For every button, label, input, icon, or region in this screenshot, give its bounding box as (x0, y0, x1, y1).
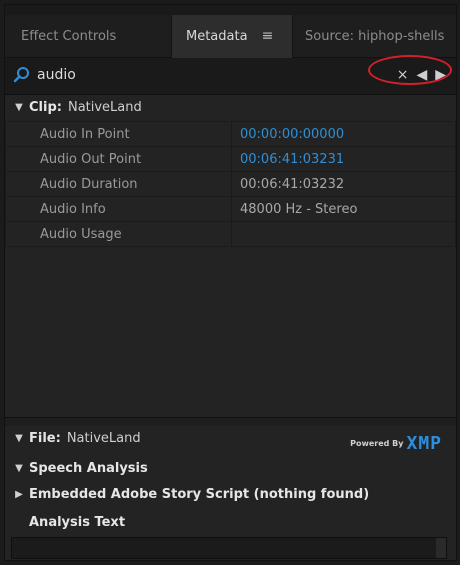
clip-label: Clip: (29, 100, 62, 115)
row-key: Audio Usage (5, 221, 232, 247)
tab-source-label: Source: hiphop-shells (305, 28, 445, 44)
empty-area (5, 251, 456, 417)
row-key: Audio Duration (5, 171, 232, 197)
collapse-triangle-icon[interactable]: ▼ (9, 102, 29, 113)
table-row: Audio In Point 00:00:00:00000 (5, 121, 456, 147)
collapse-triangle-icon[interactable]: ▼ (9, 463, 29, 474)
row-key: Audio Out Point (5, 146, 232, 172)
story-script-label: Embedded Adobe Story Script (nothing fou… (29, 487, 370, 502)
file-name: NativeLand (66, 431, 141, 446)
clip-name: NativeLand (67, 100, 142, 115)
table-row: Audio Usage (5, 221, 456, 247)
analysis-text-label: Analysis Text (29, 515, 126, 530)
row-value: 48000 Hz - Stereo (231, 196, 456, 222)
row-value[interactable]: 00:06:41:03231 (231, 146, 456, 172)
row-value[interactable] (231, 221, 456, 247)
textbox-scroll (436, 538, 446, 558)
tab-effect-controls-label: Effect Controls (21, 28, 117, 44)
tab-source[interactable]: Source: hiphop-shells (305, 15, 456, 57)
story-script-header[interactable]: ▶ Embedded Adobe Story Script (nothing f… (5, 482, 456, 507)
table-row: Audio Duration 00:06:41:03232 (5, 171, 456, 197)
search-controls: × ◀ ▶ (397, 65, 446, 85)
analysis-text-field[interactable] (11, 537, 447, 559)
metadata-panel: Effect Controls Metadata ≡ Source: hipho… (4, 4, 457, 561)
row-key: Audio Info (5, 196, 232, 222)
xmp-brand: XMP (406, 433, 442, 454)
tab-bar: Effect Controls Metadata ≡ Source: hipho… (5, 5, 456, 58)
row-value: 00:06:41:03232 (231, 171, 456, 197)
next-match-button[interactable]: ▶ (435, 65, 446, 85)
search-icon (13, 67, 29, 83)
clear-search-button[interactable]: × (397, 65, 409, 85)
search-input[interactable]: audio (37, 67, 76, 83)
powered-by-label: Powered By (350, 439, 404, 448)
row-value[interactable]: 00:00:00:00000 (231, 121, 456, 147)
xmp-logo: Powered By XMP (350, 433, 442, 454)
collapse-triangle-icon[interactable]: ▼ (9, 433, 29, 444)
search-bar: audio × ◀ ▶ (5, 58, 456, 95)
table-row: Audio Info 48000 Hz - Stereo (5, 196, 456, 222)
speech-analysis-label: Speech Analysis (29, 461, 148, 476)
tab-metadata[interactable]: Metadata ≡ (171, 15, 293, 58)
analysis-text-header: Analysis Text (5, 510, 456, 535)
metadata-table: Audio In Point 00:00:00:00000 Audio Out … (5, 121, 456, 247)
speech-analysis-header[interactable]: ▼ Speech Analysis (5, 456, 456, 481)
tab-metadata-label: Metadata (186, 28, 248, 44)
tab-bar-top (5, 5, 456, 15)
clip-section-header[interactable]: ▼ Clip: NativeLand (5, 95, 456, 120)
previous-match-button[interactable]: ◀ (416, 65, 427, 85)
file-label: File: (29, 431, 61, 446)
table-row: Audio Out Point 00:06:41:03231 (5, 146, 456, 172)
expand-triangle-icon[interactable]: ▶ (9, 489, 29, 500)
tab-effect-controls[interactable]: Effect Controls (21, 15, 171, 57)
panel-menu-icon[interactable]: ≡ (262, 28, 274, 44)
row-key: Audio In Point (5, 121, 232, 147)
